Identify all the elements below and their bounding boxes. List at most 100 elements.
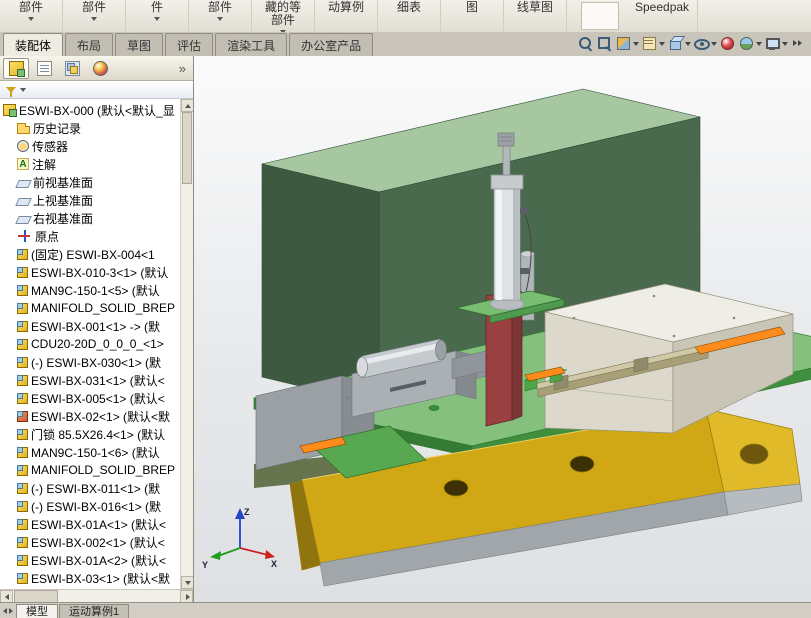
- display-style-button[interactable]: [666, 35, 692, 52]
- ribbon-item-6[interactable]: 细表: [378, 0, 441, 32]
- command-tab-渲染工具[interactable]: 渲染工具: [215, 33, 287, 56]
- tree-item-13[interactable]: CDU20-20D_0_0_0_<1>: [0, 335, 180, 353]
- tree-horizontal-scrollbar[interactable]: [0, 589, 193, 603]
- scroll-down-button[interactable]: [181, 576, 193, 589]
- graphics-viewport[interactable]: Z X Y: [194, 56, 811, 603]
- tree-item-16[interactable]: ESWI-BX-005<1> (默认<: [0, 389, 180, 407]
- tree-item-3[interactable]: A注解: [0, 155, 180, 173]
- feature-manager-tab[interactable]: [3, 58, 29, 79]
- vertical-scroll-thumb[interactable]: [182, 112, 192, 184]
- ribbon-item-7[interactable]: 图: [441, 0, 504, 32]
- tree-item-10[interactable]: MAN9C-150-1<5> (默认: [0, 281, 180, 299]
- sheet-scroll-right-icon[interactable]: [9, 608, 13, 614]
- toolbar-overflow-icon: [790, 35, 807, 52]
- feature-tree-icon: [9, 61, 24, 76]
- command-tab-办公室产品[interactable]: 办公室产品: [289, 33, 373, 56]
- tree-item-15[interactable]: ESWI-BX-031<1> (默认<: [0, 371, 180, 389]
- tree-item-24[interactable]: ESWI-BX-002<1> (默认<: [0, 533, 180, 551]
- filter-icon[interactable]: [6, 87, 16, 93]
- sheet-tab-模型[interactable]: 模型: [16, 604, 58, 618]
- tree-item-18[interactable]: 门锁 85.5X26.4<1> (默认: [0, 425, 180, 443]
- annotation-icon: A: [17, 158, 29, 170]
- tree-item-5[interactable]: 上视基准面: [0, 191, 180, 209]
- command-tab-布局[interactable]: 布局: [65, 33, 113, 56]
- ribbon-item-8[interactable]: 线草图: [504, 0, 567, 32]
- piston-rod: [503, 145, 510, 175]
- part-icon: [17, 321, 28, 332]
- headsup-toolbar: [576, 35, 808, 52]
- sheet-scroll-left-icon[interactable]: [3, 608, 7, 614]
- view-settings-button[interactable]: [763, 35, 789, 52]
- dropdown-caret-icon: [91, 17, 97, 21]
- toolbar-overflow-button[interactable]: [789, 35, 808, 52]
- ribbon-item-1[interactable]: 部件: [63, 0, 126, 32]
- display-manager-icon: [93, 61, 108, 76]
- ribbon-item-0[interactable]: 部件: [0, 0, 63, 32]
- command-tab-评估[interactable]: 评估: [165, 33, 213, 56]
- tree-item-label: 上视基准面: [33, 192, 93, 209]
- display-manager-tab[interactable]: [87, 58, 113, 79]
- zoom-to-area-icon: [596, 35, 613, 52]
- apply-scene-button[interactable]: [737, 35, 763, 52]
- tree-item-23[interactable]: ESWI-BX-01A<1> (默认<: [0, 515, 180, 533]
- tree-item-11[interactable]: MANIFOLD_SOLID_BREP: [0, 299, 180, 317]
- section-view-button[interactable]: [614, 35, 640, 52]
- panel-tabs: »: [0, 56, 193, 81]
- tree-item-1[interactable]: 历史记录: [0, 119, 180, 137]
- sheet-tab-scroll[interactable]: [0, 604, 16, 618]
- ribbon-item-label: 图: [466, 1, 478, 14]
- tree-item-7[interactable]: 原点: [0, 227, 180, 245]
- ribbon-item-label2: 部件: [271, 14, 295, 27]
- tree-item-25[interactable]: ESWI-BX-01A<2> (默认<: [0, 551, 180, 569]
- tree-item-8[interactable]: (固定) ESWI-BX-004<1: [0, 245, 180, 263]
- tree-item-label: MANIFOLD_SOLID_BREP: [31, 463, 175, 477]
- tree-item-20[interactable]: MANIFOLD_SOLID_BREP: [0, 461, 180, 479]
- sheet-tab-运动算例1[interactable]: 运动算例1: [59, 604, 129, 618]
- tree-item-label: (-) ESWI-BX-030<1> (默: [31, 354, 161, 371]
- hide-show-items-button[interactable]: [692, 35, 718, 52]
- feature-tree: ESWI-BX-000 (默认<默认_显历史记录传感器A注解前视基准面上视基准面…: [0, 99, 180, 589]
- property-manager-tab[interactable]: [31, 58, 57, 79]
- tree-item-label: ESWI-BX-002<1> (默认<: [31, 534, 165, 551]
- scroll-up-button[interactable]: [181, 99, 193, 112]
- filter-caret-icon[interactable]: [20, 88, 26, 92]
- tree-item-12[interactable]: ESWI-BX-001<1> -> (默: [0, 317, 180, 335]
- base-hole: [570, 456, 594, 472]
- tree-item-6[interactable]: 右视基准面: [0, 209, 180, 227]
- tree-item-4[interactable]: 前视基准面: [0, 173, 180, 191]
- tree-item-14[interactable]: (-) ESWI-BX-030<1> (默: [0, 353, 180, 371]
- ribbon-item-5[interactable]: 动算例: [315, 0, 378, 32]
- origin-icon: [17, 229, 32, 243]
- ribbon-item-3[interactable]: 部件: [189, 0, 252, 32]
- ribbon-item-2[interactable]: 件: [126, 0, 189, 32]
- tree-item-19[interactable]: MAN9C-150-1<6> (默认: [0, 443, 180, 461]
- tree-vertical-scrollbar[interactable]: [180, 99, 193, 589]
- ribbon-button-partial[interactable]: [581, 2, 619, 30]
- ribbon-item-9[interactable]: Speedpak: [627, 0, 698, 32]
- tree-item-9[interactable]: ESWI-BX-010-3<1> (默认: [0, 263, 180, 281]
- tree-item-2[interactable]: 传感器: [0, 137, 180, 155]
- part-icon: [17, 573, 28, 584]
- ribbon-item-label: 件: [151, 1, 163, 14]
- bottom-bar: 模型运动算例1: [0, 602, 811, 618]
- ribbon-item-4[interactable]: 藏的等部件: [252, 0, 315, 32]
- tree-item-0[interactable]: ESWI-BX-000 (默认<默认_显: [0, 101, 180, 119]
- zoom-to-fit-button[interactable]: [576, 35, 595, 52]
- command-tab-装配体[interactable]: 装配体: [3, 33, 63, 56]
- view-orientation-button[interactable]: [640, 35, 666, 52]
- tree-item-26[interactable]: ESWI-BX-03<1> (默认<默: [0, 569, 180, 587]
- zoom-to-area-button[interactable]: [595, 35, 614, 52]
- configuration-manager-tab[interactable]: [59, 58, 85, 79]
- ribbon-items: 部件部件件部件藏的等部件动算例细表图线草图Speedpak: [0, 0, 698, 32]
- command-tab-草图[interactable]: 草图: [115, 33, 163, 56]
- edit-appearance-button[interactable]: [718, 35, 737, 52]
- tree-item-21[interactable]: (-) ESWI-BX-011<1> (默: [0, 479, 180, 497]
- panel-expand-button[interactable]: »: [175, 62, 190, 75]
- part-icon: [17, 339, 28, 350]
- tree-item-17[interactable]: ESWI-BX-02<1> (默认<默: [0, 407, 180, 425]
- tree-item-22[interactable]: (-) ESWI-BX-016<1> (默: [0, 497, 180, 515]
- dropdown-caret-icon: [685, 42, 691, 46]
- tree-item-label: (固定) ESWI-BX-004<1: [31, 246, 155, 263]
- white-box-screw: [733, 317, 736, 320]
- slide-cylinder-cap: [436, 340, 447, 360]
